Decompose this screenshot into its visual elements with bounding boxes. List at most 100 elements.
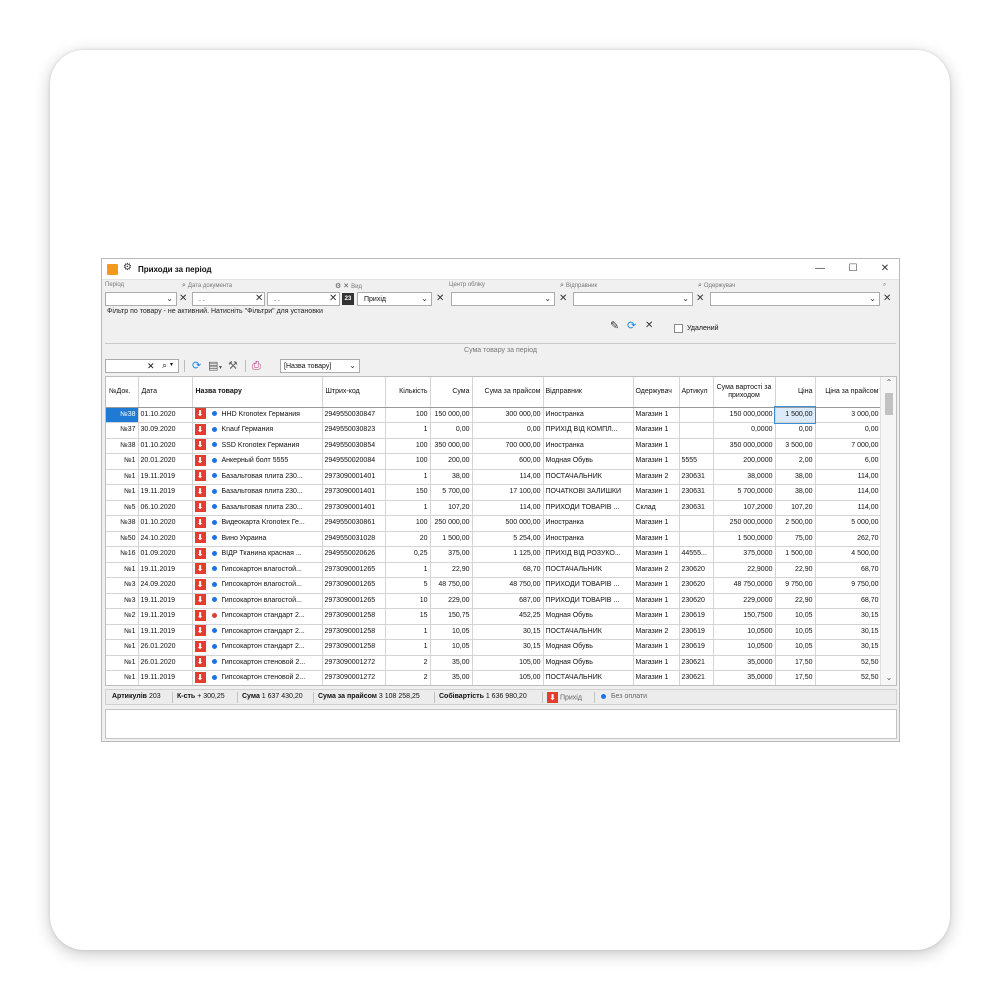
cell-price[interactable]: 22,90 bbox=[775, 593, 816, 609]
col-price[interactable]: Ціна bbox=[775, 377, 816, 408]
cell-qty[interactable]: 20 bbox=[385, 531, 431, 547]
col-price-list[interactable]: Ціна за прайсом bbox=[815, 377, 882, 408]
cell-sum[interactable]: 150,75 bbox=[430, 608, 473, 625]
center-select[interactable]: ⌄ bbox=[451, 292, 555, 306]
cell-sum[interactable]: 38,00 bbox=[430, 469, 473, 485]
cell-barcode[interactable]: 2949550030847 bbox=[322, 407, 386, 423]
cell-article[interactable] bbox=[679, 531, 714, 547]
cell-name[interactable]: ⬇ Гипсокартон влагостой... bbox=[192, 577, 323, 594]
cell-name[interactable]: ⬇ Базальтовая плита 230... bbox=[192, 500, 323, 516]
cell-sum[interactable]: 350 000,00 bbox=[430, 438, 473, 454]
col-qty[interactable]: Кількість bbox=[385, 377, 431, 408]
cell-doc[interactable]: №3 bbox=[106, 593, 139, 609]
cell-name[interactable]: ⬇ Гипсокартон стандарт 2... bbox=[192, 624, 323, 640]
cell-barcode[interactable]: 2973090001401 bbox=[322, 469, 386, 485]
table-row[interactable]: №38 01.10.2020 ⬇ SSD Kronotex Германия 29495… bbox=[106, 438, 882, 454]
table-row[interactable]: №38 01.10.2020 ⬇ HHD Kronotex Германия 29495… bbox=[106, 406, 882, 424]
cell-qty[interactable]: 1 bbox=[385, 562, 431, 578]
notes-area[interactable] bbox=[105, 709, 897, 739]
cell-price-list[interactable]: 0,00 bbox=[815, 422, 882, 439]
cell-name[interactable]: ⬇ Гипсокартон стандарт 2... bbox=[192, 608, 323, 625]
cell-doc[interactable]: №1 bbox=[106, 453, 139, 470]
cell-sum[interactable]: 35,00 bbox=[430, 670, 473, 685]
cell-sender[interactable]: ПОСТАЧАЛЬНИК bbox=[543, 562, 634, 578]
cell-article[interactable]: 230631 bbox=[679, 469, 714, 485]
cell-sender[interactable]: ПРИХІД ВІД РОЗУКО... bbox=[543, 546, 634, 563]
sender-select[interactable]: ⌄ bbox=[573, 292, 693, 306]
cell-sender[interactable]: Иностранка bbox=[543, 515, 634, 532]
cell-price-list[interactable]: 68,70 bbox=[815, 562, 882, 578]
cell-sum-price[interactable]: 5 254,00 bbox=[472, 531, 544, 547]
table-row[interactable]: №1 26.01.2020 ⬇ Гипсокартон стеновой 2... 29… bbox=[106, 655, 882, 671]
cell-price-list[interactable]: 30,15 bbox=[815, 608, 882, 625]
refresh-icon[interactable]: ⟳ bbox=[192, 360, 201, 372]
cell-article[interactable]: 230619 bbox=[679, 608, 714, 625]
cell-article[interactable]: 230619 bbox=[679, 639, 714, 656]
cell-qty[interactable]: 100 bbox=[385, 438, 431, 454]
cell-sum[interactable]: 229,00 bbox=[430, 593, 473, 609]
cell-receiver[interactable]: Магазин 1 bbox=[633, 655, 680, 671]
cell-sender[interactable]: ПОСТАЧАЛЬНИК bbox=[543, 469, 634, 485]
cell-article[interactable]: 44555... bbox=[679, 546, 714, 563]
cell-price-list[interactable]: 114,00 bbox=[815, 469, 882, 485]
cell-price[interactable]: 3 500,00 bbox=[775, 438, 816, 454]
cell-price[interactable]: 2,00 bbox=[775, 453, 816, 470]
clear-sender-button[interactable]: ✕ bbox=[696, 293, 704, 305]
table-row[interactable]: №38 01.10.2020 ⬇ Видеокарта Kronotex Ге... 2… bbox=[106, 515, 882, 532]
scroll-down-icon[interactable]: ⌄ bbox=[881, 673, 896, 682]
cell-price-list[interactable]: 30,15 bbox=[815, 639, 882, 656]
cell-date[interactable]: 26.01.2020 bbox=[138, 655, 193, 671]
cell-price-list[interactable]: 9 750,00 bbox=[815, 577, 882, 594]
table-row[interactable]: №50 24.10.2020 ⬇ Вино Украина 2949550031028 2… bbox=[106, 531, 882, 547]
cell-sum[interactable]: 150 000,00 bbox=[430, 407, 473, 423]
cell-sum[interactable]: 1 500,00 bbox=[430, 531, 473, 547]
cell-sender[interactable]: Модная Обувь bbox=[543, 655, 634, 671]
cell-price-list[interactable]: 3 000,00 bbox=[815, 407, 882, 423]
cell-article[interactable] bbox=[679, 407, 714, 423]
table-row[interactable]: №1 19.11.2019 ⬇ Гипсокартон стеновой 2... 29… bbox=[106, 670, 882, 685]
cell-price[interactable]: 107,20 bbox=[775, 500, 816, 516]
cell-barcode[interactable]: 2973090001272 bbox=[322, 655, 386, 671]
table-row[interactable]: №5 06.10.2020 ⬇ Базальтовая плита 230... 297… bbox=[106, 500, 882, 516]
cell-article[interactable]: 230621 bbox=[679, 655, 714, 671]
gear-icon[interactable]: ⚙ bbox=[123, 262, 132, 273]
search-input[interactable]: ✕ ⌕ ▾ bbox=[105, 359, 179, 373]
clear-kind-button[interactable]: ✕ bbox=[436, 293, 444, 305]
cell-sum-price[interactable]: 452,25 bbox=[472, 608, 544, 625]
cell-sum[interactable]: 250 000,00 bbox=[430, 515, 473, 532]
cell-date[interactable]: 19.11.2019 bbox=[138, 469, 193, 485]
cell-date[interactable]: 24.10.2020 bbox=[138, 531, 193, 547]
cell-receiver[interactable]: Магазин 1 bbox=[633, 422, 680, 439]
cell-sender[interactable]: ПРИХОДИ ТОВАРІВ ... bbox=[543, 500, 634, 516]
cell-cost[interactable]: 1 500,0000 bbox=[713, 531, 776, 547]
cell-qty[interactable]: 100 bbox=[385, 407, 431, 423]
cell-article[interactable]: 230619 bbox=[679, 624, 714, 640]
cell-sum-price[interactable]: 105,00 bbox=[472, 655, 544, 671]
cell-sum-price[interactable]: 300 000,00 bbox=[472, 407, 544, 423]
cell-price-list[interactable]: 52,50 bbox=[815, 670, 882, 685]
cell-barcode[interactable]: 2949550030854 bbox=[322, 438, 386, 454]
cell-name[interactable]: ⬇ Гипсокартон стеновой 2... bbox=[192, 670, 323, 685]
cell-sum-price[interactable]: 105,00 bbox=[472, 670, 544, 685]
col-date[interactable]: Дата bbox=[138, 377, 193, 408]
cell-price-list[interactable]: 52,50 bbox=[815, 655, 882, 671]
minimize-button[interactable]: — bbox=[809, 261, 831, 277]
cell-price-list[interactable]: 262,70 bbox=[815, 531, 882, 547]
col-receiver[interactable]: Одержувач bbox=[633, 377, 680, 408]
cell-name[interactable]: ⬇ Вино Украина bbox=[192, 531, 323, 547]
cell-doc[interactable]: №2 bbox=[106, 608, 139, 625]
cell-price[interactable]: 10,05 bbox=[775, 608, 816, 625]
cell-sum-price[interactable]: 48 750,00 bbox=[472, 577, 544, 594]
col-name[interactable]: Назва товару bbox=[192, 377, 323, 408]
cell-sum[interactable]: 200,00 bbox=[430, 453, 473, 470]
cell-sender[interactable]: ПОЧАТКОВІ ЗАЛИШКИ bbox=[543, 484, 634, 501]
table-row[interactable]: №1 20.01.2020 ⬇ Анкерный болт 5555 294955002… bbox=[106, 453, 882, 470]
cell-article[interactable] bbox=[679, 438, 714, 454]
cell-qty[interactable]: 100 bbox=[385, 515, 431, 532]
cell-name[interactable]: ⬇ SSD Kronotex Германия bbox=[192, 438, 323, 454]
table-row[interactable]: №1 19.11.2019 ⬇ Базальтовая плита 230... 297… bbox=[106, 469, 882, 485]
cell-receiver[interactable]: Магазин 1 bbox=[633, 577, 680, 594]
cell-sum[interactable]: 48 750,00 bbox=[430, 577, 473, 594]
cell-date[interactable]: 19.11.2019 bbox=[138, 593, 193, 609]
cell-sender[interactable]: ПОСТАЧАЛЬНИК bbox=[543, 670, 634, 685]
